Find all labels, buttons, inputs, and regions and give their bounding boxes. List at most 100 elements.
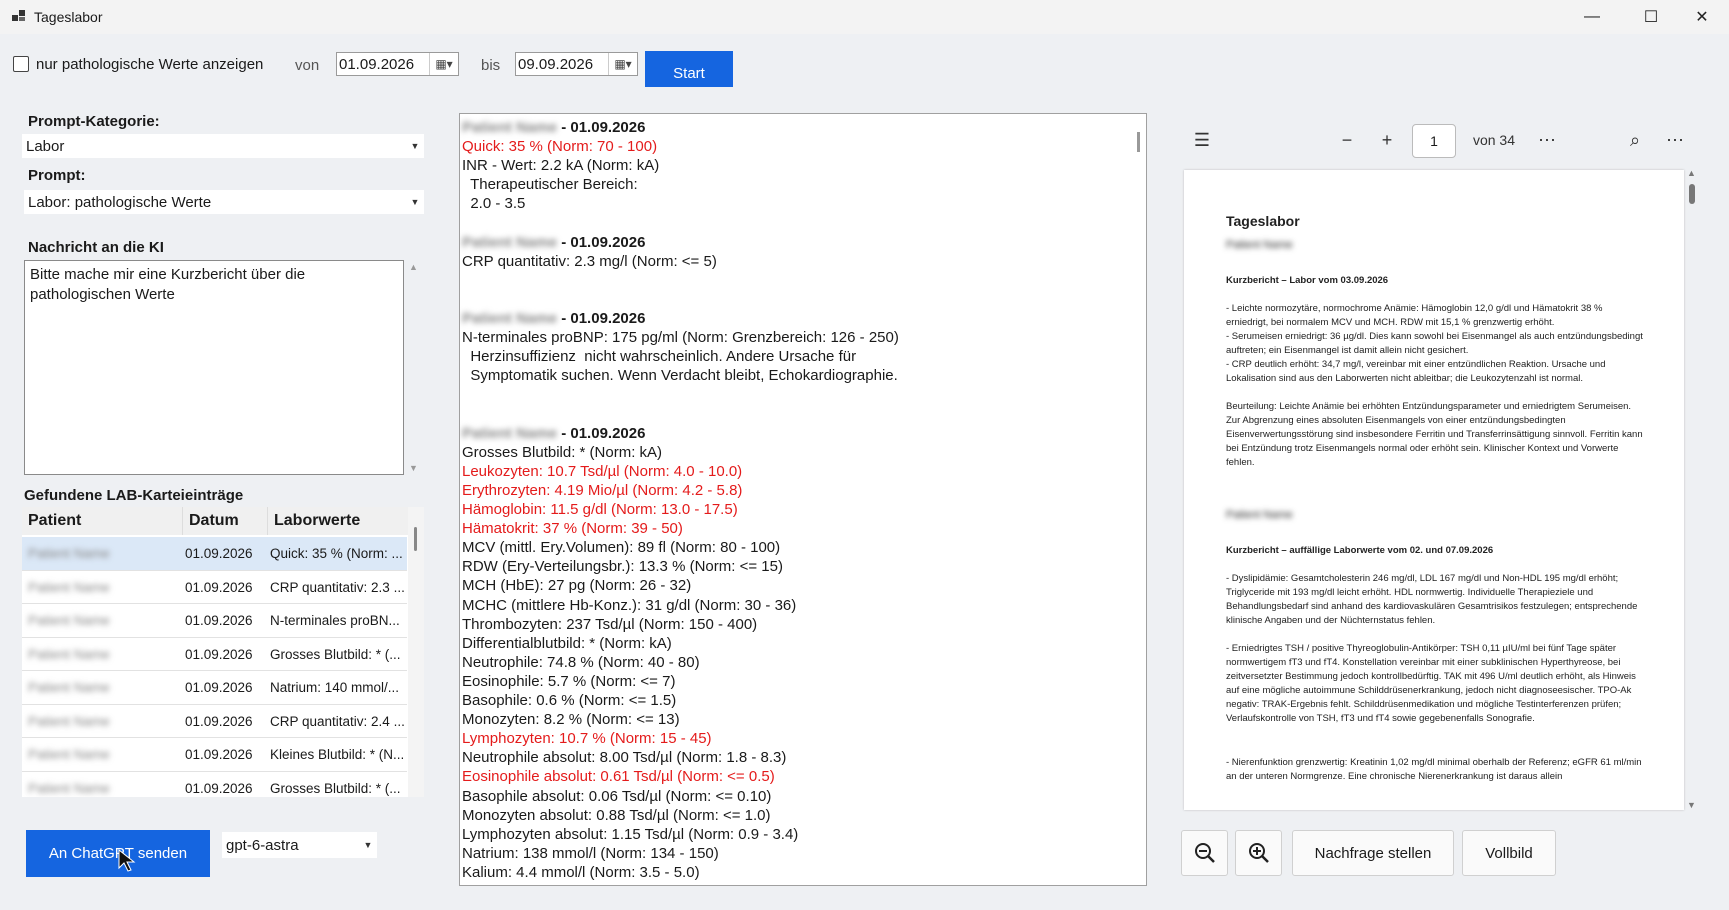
calendar-icon[interactable]: ▦▾ — [429, 53, 458, 75]
report-line: Hämoglobin: 11.5 g/dl (Norm: 13.0 - 17.5… — [462, 501, 738, 518]
report-line: Kalium: 4.4 mmol/l (Norm: 3.5 - 5.0) — [462, 863, 700, 881]
minimize-button[interactable]: — — [1569, 0, 1615, 34]
title-bar — [0, 0, 1729, 34]
more-options-icon[interactable]: ⋯ — [1530, 120, 1564, 160]
prompt-value: Labor: pathologische Werte — [28, 193, 212, 211]
report-line: Symptomatik suchen. Wenn Verdacht bleibt… — [462, 367, 898, 385]
prompt-category-value: Labor — [26, 137, 65, 155]
date-cell: 01.09.2026 — [185, 780, 253, 796]
patient-header-line: Patient Name - 01.09.2026 — [462, 309, 645, 328]
report-line: INR - Wert: 2.2 kA (Norm: kA) — [462, 157, 660, 175]
pdf-paragraph: - Erniedrigtes TSH / positive Thyreoglob… — [1226, 643, 1636, 724]
column-header-date[interactable]: Datum — [182, 507, 239, 535]
report-scroll-thumb[interactable] — [1137, 132, 1140, 152]
table-row[interactable]: Patient Name 01.09.2026 Kleines Blutbild: … — [22, 738, 407, 772]
prompt-heading: Prompt: — [28, 167, 86, 184]
von-date-value: 01.09.2026 — [339, 55, 415, 73]
search-icon[interactable]: ⌕ — [1618, 120, 1652, 160]
report-line: CRP quantitativ: 2.3 mg/l (Norm: <= 5) — [462, 252, 717, 270]
pdf-scroll-thumb[interactable] — [1689, 184, 1695, 204]
patient-cell: Patient Name — [28, 680, 110, 695]
table-row[interactable]: Patient Name 01.09.2026 CRP quantitativ: 2… — [22, 571, 407, 604]
bis-label: bis — [481, 57, 501, 74]
table-row[interactable]: Patient Name 01.09.2026 N-terminales proBN… — [22, 604, 407, 638]
prompt-category-heading: Prompt-Kategorie: — [28, 113, 160, 130]
column-header-patient[interactable]: Patient — [22, 507, 81, 535]
table-row[interactable]: Patient Name 01.09.2026 Grosses Blutbild: … — [22, 638, 407, 671]
message-input[interactable]: Bitte mache mir eine Kurzbericht über di… — [24, 260, 404, 475]
calendar-icon[interactable]: ▦▾ — [608, 53, 637, 75]
report-line: Quick: 35 % (Norm: 70 - 100) — [462, 138, 658, 156]
date-cell: 01.09.2026 — [185, 579, 253, 595]
more-icon[interactable]: ⋯ — [1658, 120, 1692, 160]
report-line: MCH (HbE): 27 pg (Norm: 26 - 32) — [462, 577, 692, 595]
contents-list-icon[interactable]: ☰ — [1185, 120, 1219, 160]
chevron-down-icon: ▼ — [410, 141, 420, 151]
zoom-in-icon[interactable]: + — [1370, 120, 1404, 160]
bis-date-picker[interactable]: 09.09.2026 ▦▾ — [515, 52, 638, 76]
model-combo[interactable]: gpt-6-astra ▼ — [222, 832, 377, 858]
patient-cell: Patient Name — [28, 747, 110, 762]
ask-followup-button[interactable]: Nachfrage stellen — [1292, 830, 1454, 876]
pdf-assessment: Beurteilung: Leichte Anämie bei erhöhten… — [1226, 401, 1643, 468]
chevron-down-icon: ▼ — [363, 840, 373, 850]
close-icon: ✕ — [1695, 9, 1709, 26]
pdf-patient-name: Patient Name — [1226, 239, 1293, 251]
patient-name: Patient Name — [462, 233, 558, 251]
report-line: RDW (Ery-Verteilungsbr.): 13.3 % (Norm: … — [462, 558, 783, 576]
column-header-values[interactable]: Laborwerte — [267, 507, 360, 535]
values-cell: Grosses Blutbild: * (... — [270, 780, 401, 796]
window-title: Tageslabor — [34, 9, 103, 25]
patient-cell: Patient Name — [28, 613, 110, 628]
report-line: Hämatokrit: 37 % (Norm: 39 - 50) — [462, 520, 683, 538]
values-cell: Quick: 35 % (Norm: ... — [270, 546, 403, 561]
report-line: Lymphozyten: 10.7 % (Norm: 15 - 45) — [462, 730, 712, 748]
message-scrollbar[interactable]: ▲ ▼ — [406, 260, 422, 475]
table-row[interactable]: Patient Name 01.09.2026 CRP quantitativ: 2… — [22, 705, 407, 738]
pdf-paragraph: - Leichte normozytäre, normochrome Anämi… — [1226, 303, 1603, 328]
report-line: Neutrophile: 74.8 % (Norm: 40 - 80) — [462, 653, 700, 671]
patient-cell: Patient Name — [28, 780, 110, 796]
table-row[interactable]: Patient Name 01.09.2026 Quick: 35 % (Norm:… — [22, 537, 407, 571]
patient-cell: Patient Name — [28, 646, 110, 662]
pdf-heading: Kurzbericht – Labor vom 03.09.2026 — [1226, 275, 1389, 286]
pathological-only-checkbox[interactable] — [13, 56, 29, 72]
zoom-out-icon[interactable]: − — [1330, 120, 1364, 160]
report-line: Therapeutischer Bereich: — [462, 176, 638, 194]
fullscreen-button[interactable]: Vollbild — [1462, 830, 1556, 876]
page-number-input[interactable]: 1 — [1412, 124, 1456, 158]
date-cell: 01.09.2026 — [185, 546, 253, 561]
report-line: Monozyten: 8.2 % (Norm: <= 13) — [462, 711, 680, 729]
scroll-thumb[interactable] — [414, 527, 417, 551]
maximize-button[interactable]: ☐ — [1628, 0, 1674, 34]
table-row[interactable]: Patient Name 01.09.2026 Natrium: 140 mmol/… — [22, 671, 407, 705]
minimize-icon: — — [1584, 8, 1600, 25]
von-label: von — [295, 57, 320, 74]
report-text-panel[interactable]: Patient Name - 01.09.2026 Quick: 35 % (No… — [459, 113, 1147, 886]
report-line: Basophile: 0.6 % (Norm: <= 1.5) — [462, 692, 677, 709]
prompt-category-combo[interactable]: Labor ▼ — [22, 134, 424, 158]
message-heading: Nachricht an die KI — [28, 239, 164, 256]
values-cell: Natrium: 140 mmol/... — [270, 680, 400, 695]
report-line: Natrium: 138 mmol/l (Norm: 134 - 150) — [462, 844, 719, 862]
date-cell: 01.09.2026 — [185, 646, 253, 662]
close-button[interactable]: ✕ — [1679, 0, 1725, 34]
zoom-in-button[interactable] — [1235, 830, 1282, 876]
pdf-scrollbar[interactable]: ▲ ▼ — [1685, 168, 1699, 810]
patient-name: Patient Name — [462, 119, 558, 136]
values-cell: CRP quantitativ: 2.3 ... — [270, 579, 405, 595]
values-cell: CRP quantitativ: 2.4 ... — [270, 713, 405, 729]
date-cell: 01.09.2026 — [185, 713, 253, 729]
prompt-combo[interactable]: Labor: pathologische Werte ▼ — [24, 190, 424, 214]
zoom-out-icon — [1194, 843, 1215, 863]
patient-cell: Patient Name — [28, 579, 110, 595]
table-row[interactable]: Patient Name 01.09.2026 Grosses Blutbild: … — [22, 772, 407, 798]
table-scrollbar[interactable] — [408, 507, 424, 797]
start-button[interactable]: Start — [645, 51, 733, 87]
patient-cell: Patient Name — [28, 713, 110, 729]
report-date: - 01.09.2026 — [557, 424, 646, 442]
report-line: Differentialblutbild: * (Norm: kA) — [462, 634, 672, 652]
zoom-in-icon — [1248, 843, 1269, 863]
von-date-picker[interactable]: 01.09.2026 ▦▾ — [336, 52, 459, 76]
zoom-out-button[interactable] — [1181, 830, 1228, 876]
